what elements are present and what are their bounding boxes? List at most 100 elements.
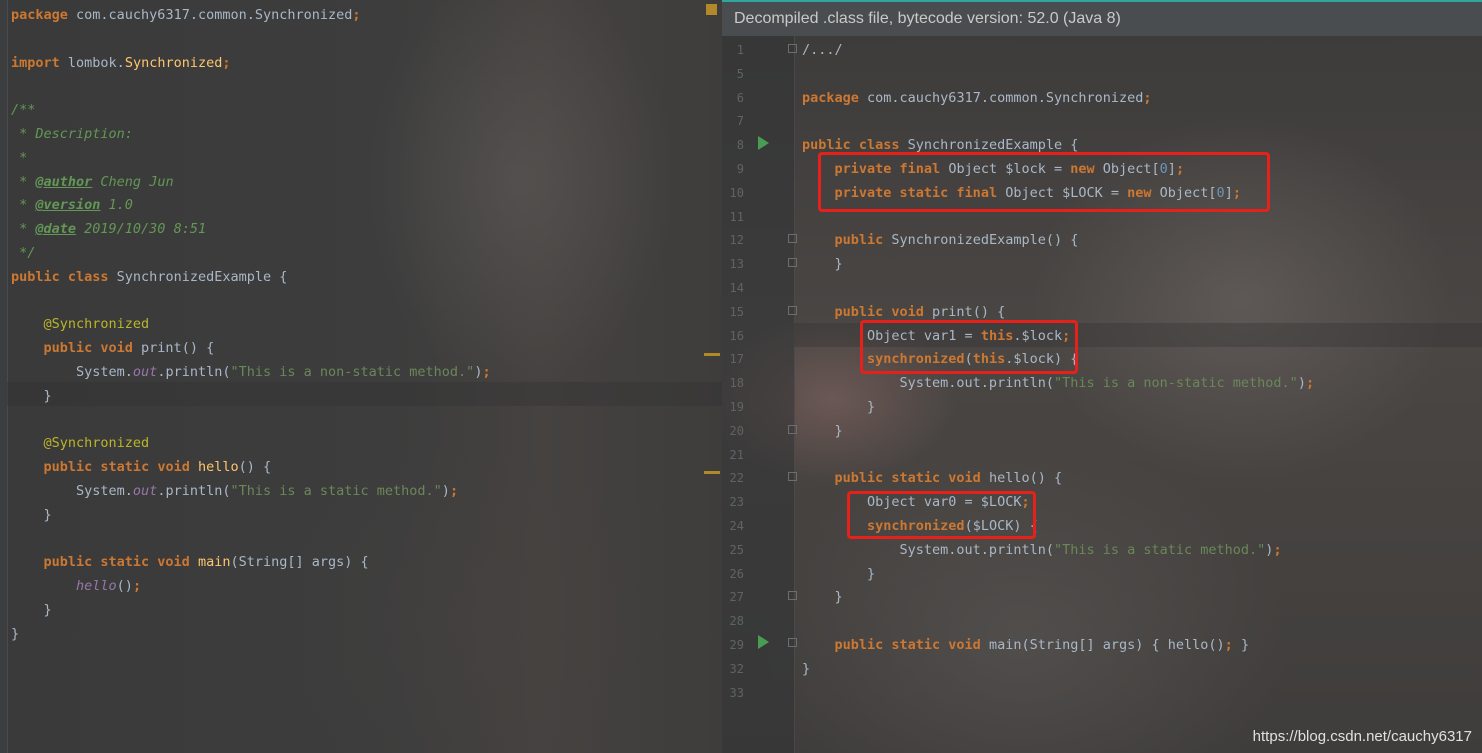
code-line[interactable]: * @date 2019/10/30 8:51	[11, 217, 206, 241]
code-token: import	[11, 54, 60, 71]
code-line[interactable]: }	[802, 562, 875, 586]
line-number: 29	[729, 638, 744, 652]
code-line[interactable]: public void print() {	[11, 336, 215, 360]
source-editor[interactable]: package com.cauchy6317.common.Synchroniz…	[0, 0, 722, 753]
code-line[interactable]: /.../	[802, 38, 843, 62]
code-token: ;	[449, 483, 459, 499]
fold-icon[interactable]	[788, 591, 797, 600]
line-number: 17	[729, 352, 744, 367]
code-token: System.	[11, 483, 133, 499]
code-line[interactable]: System.out.println("This is a non-static…	[802, 371, 1315, 395]
code-line[interactable]: @Synchronized	[11, 312, 150, 336]
code-token: }	[802, 399, 876, 415]
code-token: ;	[222, 54, 231, 71]
line-number: 26	[729, 566, 744, 581]
code-line[interactable]: System.out.println("This is a static met…	[802, 538, 1282, 562]
fold-icon[interactable]	[788, 234, 797, 243]
code-line[interactable]: }	[11, 503, 52, 527]
code-line[interactable]: package com.cauchy6317.common.Synchroniz…	[11, 3, 361, 27]
code-line[interactable]: */	[11, 241, 35, 265]
code-line[interactable]: }	[802, 419, 843, 443]
code-token: SynchronizedExample() {	[883, 232, 1079, 249]
code-token: public static void	[43, 554, 190, 571]
line-number: 23	[729, 495, 744, 510]
line-number: 25	[729, 542, 744, 557]
run-class-icon[interactable]	[758, 136, 769, 150]
code-token: ;	[132, 578, 142, 595]
fold-icon[interactable]	[788, 306, 797, 315]
code-token: *	[11, 173, 36, 190]
code-line[interactable]: }	[802, 585, 843, 609]
code-line[interactable]: *	[11, 146, 27, 170]
code-token: System.out.println(	[802, 375, 1054, 392]
line-number: 20	[729, 423, 744, 438]
code-line[interactable]: @Synchronized	[11, 431, 150, 455]
code-token: lombok.	[59, 54, 125, 71]
line-number: 16	[729, 328, 744, 343]
code-token: @author	[35, 173, 93, 190]
code-line[interactable]: package com.cauchy6317.common.Synchroniz…	[802, 86, 1152, 110]
fold-icon[interactable]	[788, 638, 797, 647]
code-token: 1.0	[100, 197, 133, 214]
inspection-status-marker[interactable]	[706, 4, 717, 15]
code-line[interactable]: public class SynchronizedExample {	[11, 265, 287, 289]
line-number: 7	[736, 114, 744, 129]
line-number: 18	[729, 376, 744, 391]
code-token: hello() {	[980, 470, 1063, 487]
code-token: ;	[482, 364, 491, 380]
code-line[interactable]: System.out.println("This is a non-static…	[11, 360, 491, 384]
line-number: 22	[729, 471, 744, 486]
highlight-box-print-sync	[860, 320, 1078, 374]
line-number: 5	[736, 66, 744, 81]
fold-icon[interactable]	[788, 425, 797, 434]
code-line[interactable]: }	[11, 598, 52, 622]
code-token: out	[132, 483, 158, 499]
run-main-icon[interactable]	[758, 635, 769, 649]
code-line[interactable]: public static void hello() {	[11, 455, 272, 479]
code-line[interactable]: }	[11, 384, 52, 408]
code-line[interactable]: * @version 1.0	[11, 193, 133, 217]
code-token: public class	[11, 268, 109, 285]
decompiled-banner: Decompiled .class file, bytecode version…	[722, 0, 1482, 36]
code-token: public	[43, 459, 93, 476]
code-token: package	[11, 7, 68, 23]
code-token: }	[11, 602, 52, 618]
code-line[interactable]: public static void main(String[] args) {	[11, 550, 369, 574]
code-token: */	[11, 245, 36, 261]
code-token: @date	[35, 221, 77, 238]
code-token: /**	[11, 102, 36, 119]
code-line[interactable]: public static void hello() {	[802, 466, 1063, 490]
code-line[interactable]: /**	[11, 98, 35, 122]
code-token: }	[802, 422, 843, 439]
code-token: /.../	[802, 42, 843, 58]
code-line[interactable]: public static void main(String[] args) {…	[802, 633, 1250, 657]
code-line[interactable]: System.out.println("This is a static met…	[11, 479, 458, 503]
code-token: public	[834, 232, 884, 249]
code-line[interactable]: import lombok.Synchronized;	[11, 51, 231, 75]
code-line[interactable]: public SynchronizedExample() {	[802, 228, 1079, 252]
code-line[interactable]: }	[802, 252, 843, 276]
line-number: 6	[736, 90, 744, 105]
code-line[interactable]: * Description:	[11, 122, 133, 146]
code-token: "This is a static method."	[1053, 541, 1266, 558]
fold-icon[interactable]	[788, 472, 797, 481]
code-token: com.cauchy6317.common.Synchronized	[67, 7, 353, 23]
code-line[interactable]: hello();	[11, 574, 141, 598]
code-line[interactable]: }	[802, 395, 875, 419]
code-line[interactable]: }	[802, 657, 810, 681]
code-line[interactable]: }	[11, 622, 19, 646]
code-token: }	[802, 660, 811, 677]
code-token: }	[11, 506, 52, 523]
fold-icon[interactable]	[788, 44, 797, 53]
code-token: @Synchronized	[43, 435, 150, 452]
code-line[interactable]: * @author Cheng Jun	[11, 170, 173, 194]
fold-icon[interactable]	[788, 258, 797, 267]
decompiled-editor[interactable]: Decompiled .class file, bytecode version…	[722, 0, 1482, 753]
code-token: ;	[352, 7, 361, 23]
